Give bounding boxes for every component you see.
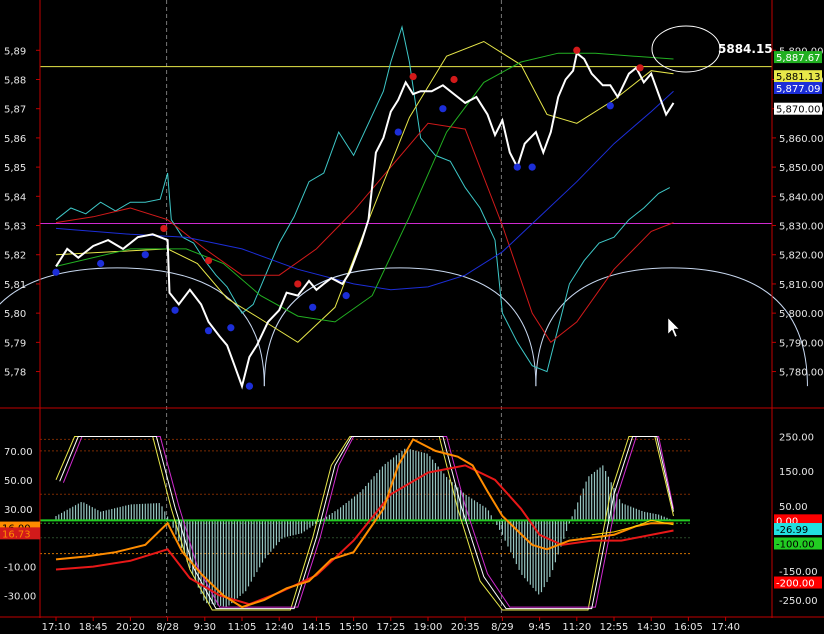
signal-dot: [141, 251, 149, 259]
chart-canvas: 5,78 5,79 5,80 5,81 5,82 5,83 5,84 5,85 5,86 5,87…: [0, 0, 824, 634]
right-tick-label: 5,790.00: [779, 338, 824, 349]
oscillator-left-tick-label: -10.00: [4, 563, 36, 574]
oscillator-left-tick-label: 70.00: [4, 447, 33, 458]
time-tick-label: 14:30: [637, 622, 666, 633]
left-tick-label: 5,83: [4, 222, 26, 233]
left-tick-label: 5,89: [4, 46, 26, 57]
signal-dot: [171, 306, 179, 314]
signal-dot: [204, 327, 213, 335]
signal-dot: [294, 280, 302, 288]
price-tag: 5,881.13: [776, 72, 821, 83]
price-tag: 5,870.00: [776, 105, 821, 116]
price-tag: 5,887.67: [776, 53, 821, 64]
signal-dot: [439, 105, 447, 113]
oscillator-right-tick-label: -150.00: [779, 567, 818, 578]
time-tick-label: 9:45: [528, 622, 550, 633]
signal-dot: [450, 75, 458, 84]
left-tick-label: 5,78: [4, 368, 26, 379]
oscillator-right-tag: -26.99: [776, 525, 808, 536]
signal-dot: [52, 268, 60, 276]
left-tick-label: 5,84: [4, 192, 26, 203]
right-tick-label: 5,860.00: [779, 134, 824, 145]
left-tick-label: 5,79: [4, 338, 26, 349]
time-tick-label: 8/29: [491, 622, 513, 633]
right-tick-label: 5,840.00: [779, 192, 824, 203]
time-tick-label: 11:05: [228, 622, 257, 633]
signal-dot: [636, 64, 644, 72]
signal-dot: [160, 224, 168, 233]
left-tick-label: 5,87: [4, 105, 26, 116]
oscillator-left-tick-label: 30.00: [4, 505, 33, 516]
signal-dot: [227, 324, 235, 332]
time-tick-label: 17:10: [42, 622, 71, 633]
signal-dot: [513, 163, 521, 171]
time-tick-label: 17:25: [376, 622, 405, 633]
chart-background: [0, 0, 824, 634]
right-tick-label: 5,800.00: [779, 309, 824, 320]
annotation-price: 5884.15: [718, 42, 773, 56]
signal-dot: [97, 259, 105, 268]
oscillator-left-tag: 16.73: [2, 529, 31, 540]
oscillator-right-tick-label: -250.00: [779, 596, 818, 607]
right-tick-label: 5,820.00: [779, 251, 824, 262]
signal-dot: [342, 292, 350, 300]
time-tick-label: 18:45: [79, 622, 108, 633]
time-tick-label: 8/28: [156, 622, 178, 633]
left-tick-label: 5,81: [4, 280, 26, 291]
signal-dot: [409, 72, 417, 81]
time-tick-label: 12:55: [600, 622, 629, 633]
left-tick-label: 5,85: [4, 163, 26, 174]
oscillator-right-tick-label: 150.00: [779, 467, 814, 478]
oscillator-right-tag: -100.00: [776, 539, 815, 550]
oscillator-right-tag: -200.00: [776, 579, 815, 590]
oscillator-right-tick-label: 250.00: [779, 432, 814, 443]
oscillator-right-tick-label: 50.00: [779, 502, 808, 513]
oscillator-left-tick-label: -30.00: [4, 592, 36, 603]
time-tick-label: 14:15: [302, 622, 331, 633]
right-tick-label: 5,830.00: [779, 222, 824, 233]
signal-dot: [528, 163, 536, 171]
time-tick-label: 20:35: [451, 622, 480, 633]
signal-dot: [245, 382, 254, 390]
right-tick-label: 5,850.00: [779, 163, 824, 174]
signal-dot: [606, 102, 614, 110]
oscillator-left-tick-label: 50.00: [4, 476, 33, 487]
signal-dot: [573, 46, 581, 54]
left-tick-label: 5,88: [4, 75, 26, 86]
time-tick-label: 20:20: [116, 622, 145, 633]
right-tick-label: 5,780.00: [779, 368, 824, 379]
left-tick-label: 5,82: [4, 251, 26, 262]
time-tick-label: 11:20: [562, 622, 591, 633]
left-tick-label: 5,86: [4, 134, 26, 145]
signal-dot: [394, 128, 402, 136]
time-tick-label: 19:00: [414, 622, 443, 633]
time-tick-label: 9:30: [194, 622, 216, 633]
signal-dot: [204, 256, 213, 265]
price-tag: 5,877.09: [776, 84, 821, 95]
right-tick-label: 5,810.00: [779, 280, 824, 291]
time-tick-label: 12:40: [265, 622, 294, 633]
time-tick-label: 17:40: [711, 622, 740, 633]
signal-dot: [309, 303, 317, 311]
left-tick-label: 5,80: [4, 309, 26, 320]
time-tick-label: 16:05: [674, 622, 703, 633]
time-tick-label: 15:50: [339, 622, 368, 633]
